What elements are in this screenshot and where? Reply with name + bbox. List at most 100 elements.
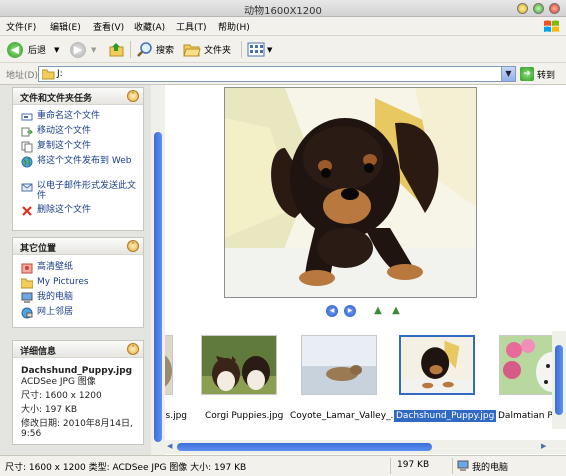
chevron-down-icon[interactable]: ▼ [54, 46, 59, 54]
thumbnail [499, 335, 552, 395]
film-item-selected[interactable]: Dachshund_Puppy.jpg [391, 335, 497, 428]
place-network[interactable]: 网上邻居 [21, 307, 141, 319]
scroll-right-icon[interactable]: ▶ [541, 442, 546, 450]
panel-header[interactable]: 其它位置 ˆ [13, 238, 143, 255]
publish-web-task[interactable]: 将这个文件发布到 Web [21, 156, 141, 168]
menu-favorites[interactable]: 收藏(A) [134, 20, 165, 33]
film-item[interactable]: Corgi Puppies.jpg [193, 335, 283, 428]
menu-tools[interactable]: 工具(T) [176, 20, 207, 33]
panel-header[interactable]: 文件和文件夹任务 ˆ [13, 88, 143, 105]
image-preview [224, 87, 477, 298]
details-panel: 详细信息 ˆ Dachshund_Puppy.jpg ACDSee JPG 图像… [12, 340, 144, 445]
next-image-button[interactable]: ▶ [344, 305, 356, 317]
viewer-controls: ◀ ▶ ▲ ▲ [326, 305, 402, 317]
delete-x-icon [22, 206, 32, 216]
copy-task[interactable]: 复制这个文件 [21, 141, 141, 153]
back-label: 后退 [28, 46, 47, 56]
task-pane: 文件和文件夹任务 ˆ 重命名这个文件 移动这个文件 复制这个文件 将这个文件发布… [0, 85, 151, 455]
go-label: 转到 [537, 70, 556, 81]
go-arrow-icon: ➜ [520, 67, 534, 81]
windows-logo-icon [544, 20, 559, 32]
chevron-down-icon[interactable]: ▼ [267, 46, 272, 54]
menu-file[interactable]: 文件(F) [6, 20, 36, 33]
close-button[interactable] [549, 3, 560, 14]
place-my-pictures[interactable]: My Pictures [21, 277, 141, 289]
film-label: es.jpg [165, 411, 188, 421]
folder-icon [42, 69, 55, 80]
rotate-clockwise-icon[interactable]: ▲ [372, 305, 384, 317]
menu-view[interactable]: 查看(V) [93, 20, 124, 33]
forward-button[interactable]: ▶ ▼ [70, 40, 96, 59]
film-label: Dalmatian Pup [498, 411, 552, 421]
panel-title: 文件和文件夹任务 [20, 94, 93, 104]
dalmatian-thumbnail-image [500, 336, 552, 394]
scrollbar-thumb[interactable] [154, 132, 162, 442]
up-folder-button[interactable] [108, 40, 125, 59]
place-label: 网上邻居 [37, 307, 74, 317]
address-dropdown-button[interactable]: ▼ [501, 67, 515, 81]
network-icon [21, 307, 33, 319]
status-divider [390, 458, 391, 474]
globe-icon [21, 156, 33, 168]
address-input[interactable]: J: ▼ [38, 66, 516, 82]
place-label: 我的电脑 [37, 292, 74, 302]
task-pane-scrollbar[interactable] [151, 85, 165, 455]
title-bar: 动物1600X1200 [0, 0, 566, 17]
film-item[interactable]: Coyote_Lamar_Valley_... [290, 335, 399, 428]
views-button[interactable]: ▼ [247, 40, 272, 59]
search-label: 搜索 [156, 46, 175, 56]
search-icon [137, 42, 152, 57]
film-item[interactable]: es.jpg [165, 335, 187, 428]
scroll-left-icon[interactable]: ◀ [167, 442, 172, 450]
thumbnail [399, 335, 475, 395]
back-button[interactable]: ◀ 后退 ▼ [7, 40, 59, 59]
go-button[interactable]: ➜ 转到 [520, 67, 555, 81]
detail-file-type: ACDSee JPG 图像 [21, 377, 96, 387]
move-task[interactable]: 移动这个文件 [21, 126, 141, 138]
status-info: 尺寸: 1600 x 1200 类型: ACDSee JPG 图像 大小: 19… [5, 463, 247, 473]
rename-task[interactable]: 重命名这个文件 [21, 111, 141, 123]
folders-button[interactable]: 文件夹 [183, 40, 231, 59]
views-icon [247, 42, 265, 57]
collapse-icon[interactable]: ˆ [127, 343, 139, 355]
other-places-panel: 其它位置 ˆ 高清壁纸 My Pictures 我的电脑 网上邻居 [12, 237, 144, 328]
status-size: 197 KB [397, 460, 430, 470]
maximize-button[interactable] [533, 3, 544, 14]
rotate-counterclockwise-icon[interactable]: ▲ [390, 305, 402, 317]
panel-title: 其它位置 [20, 244, 57, 254]
coyote-thumbnail-image [302, 336, 376, 394]
scrollbar-thumb[interactable] [177, 443, 432, 451]
email-task[interactable]: 以电子邮件形式发送此文件 [21, 181, 141, 201]
film-item[interactable]: Dalmatian Pup [491, 335, 552, 428]
panel-header[interactable]: 详细信息 ˆ [13, 341, 143, 358]
scrollbar-thumb[interactable] [555, 345, 563, 415]
task-label: 以电子邮件形式发送此文件 [37, 181, 137, 201]
collapse-icon[interactable]: ˆ [127, 90, 139, 102]
computer-icon [457, 460, 469, 471]
horizontal-scrollbar[interactable]: ◀ ▶ [165, 440, 566, 454]
minimize-button[interactable] [517, 3, 528, 14]
dachshund-puppy-photo [225, 88, 476, 297]
place-label: 高清壁纸 [37, 262, 74, 272]
chevron-down-icon[interactable]: ▼ [91, 46, 96, 54]
puppies-thumbnail-image [165, 336, 172, 394]
filmstrip-vertical-scrollbar[interactable] [552, 331, 566, 429]
task-label: 将这个文件发布到 Web [37, 156, 132, 166]
collapse-icon[interactable]: ˆ [127, 240, 139, 252]
detail-dimensions: 尺寸: 1600 x 1200 [21, 391, 102, 401]
detail-file-name: Dachshund_Puppy.jpg [21, 366, 133, 376]
film-label: Corgi Puppies.jpg [205, 411, 284, 421]
rename-icon [21, 113, 33, 121]
menu-edit[interactable]: 编辑(E) [50, 20, 81, 33]
status-bar: 尺寸: 1600 x 1200 类型: ACDSee JPG 图像 大小: 19… [0, 455, 566, 476]
toolbar-divider [130, 41, 131, 58]
place-my-computer[interactable]: 我的电脑 [21, 292, 141, 304]
search-button[interactable]: 搜索 [136, 40, 174, 59]
previous-image-button[interactable]: ◀ [326, 305, 338, 317]
status-divider [452, 458, 453, 474]
address-value: J: [57, 69, 63, 79]
address-label: 地址(D) [6, 71, 38, 81]
place-wallpapers[interactable]: 高清壁纸 [21, 262, 141, 274]
menu-help[interactable]: 帮助(H) [218, 20, 250, 33]
delete-task[interactable]: 删除这个文件 [21, 205, 141, 217]
